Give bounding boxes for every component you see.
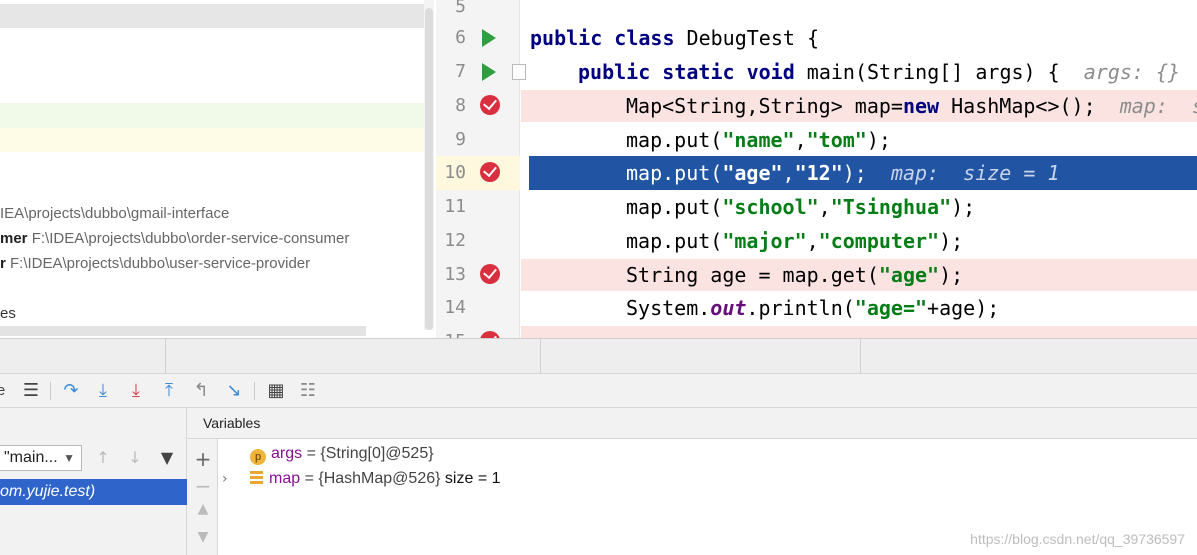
thread-select[interactable]: "main... ▼ — [0, 445, 82, 471]
debugger-toolbar: e ☰ ↷ ⤓ ⤓ ⤒ ↰ ↘ ▦ ☷ — [0, 374, 1197, 408]
frames-pane: "main... ▼ ↑ ↓ ▼ om.yujie.test) — [0, 408, 187, 555]
show-execution-point-icon[interactable]: ☰ — [19, 378, 43, 404]
watermark: https://blog.csdn.net/qq_39736597 — [970, 531, 1185, 547]
arrow-down-icon[interactable]: ↓ — [123, 446, 147, 470]
trace-stream-icon[interactable]: ☷ — [296, 378, 320, 404]
code-text: public class DebugTest { — [530, 26, 819, 50]
project-module-order-service-consumer[interactable]: mer F:\IDEA\projects\dubbo\order-service… — [0, 230, 349, 247]
code-text: public static void main(String[] args) {… — [578, 60, 1181, 84]
stack-frame-selected[interactable]: om.yujie.test) — [0, 479, 187, 505]
breakpoint-icon[interactable] — [480, 162, 500, 182]
step-out-icon[interactable]: ⤒ — [157, 378, 181, 404]
project-pane: IEA\projects\dubbo\gmail-interface mer F… — [0, 0, 436, 340]
line-number: 8 — [455, 95, 466, 116]
project-row-green[interactable] — [0, 103, 432, 128]
move-up-icon[interactable]: ▲ — [191, 501, 215, 517]
filter-icon[interactable]: ▼ — [155, 446, 179, 470]
drop-frame-icon[interactable]: ↰ — [189, 378, 213, 404]
line-number: 11 — [444, 196, 466, 217]
line-number: 6 — [455, 27, 466, 48]
step-into-icon[interactable]: ⤓ — [91, 378, 115, 404]
code-line-12[interactable]: 12 map.put("major","computer"); — [436, 224, 1197, 258]
thread-select-value: "main... — [4, 449, 58, 466]
project-horizontal-scrollbar[interactable] — [0, 326, 366, 336]
code-line-13[interactable]: 13 String age = map.get("age"); — [436, 258, 1197, 292]
run-to-cursor-icon[interactable]: ↘ — [222, 378, 246, 404]
code-line-6[interactable]: 6 public class DebugTest { — [436, 21, 1197, 55]
code-text: map.put("school","Tsinghua"); — [626, 195, 976, 219]
code-text: map.put("major","computer"); — [626, 229, 964, 253]
chevron-down-icon: ▼ — [63, 451, 75, 465]
fold-icon[interactable] — [512, 64, 526, 80]
line-number: 12 — [444, 230, 466, 251]
project-selected-row[interactable] — [0, 4, 432, 28]
code-line-10-current[interactable]: 10 map.put("age","12"); map: size = 1 — [436, 156, 1197, 190]
remove-watch-icon[interactable]: − — [191, 474, 215, 498]
step-over-icon[interactable]: ↷ — [59, 378, 83, 404]
line-number: 7 — [455, 61, 466, 82]
breakpoint-icon[interactable] — [480, 95, 500, 115]
variable-row-args[interactable]: p args = {String[0]@525} — [250, 442, 434, 466]
code-text: map.put("age","12"); map: size = 1 — [626, 161, 1060, 185]
code-text: Map<String,String> map=new HashMap<>(); … — [626, 94, 1197, 118]
code-line-9[interactable]: 9 map.put("name","tom"); — [436, 123, 1197, 157]
code-line-11[interactable]: 11 map.put("school","Tsinghua"); — [436, 190, 1197, 224]
project-scrollbar-thumb[interactable] — [425, 8, 433, 330]
arrow-up-icon[interactable]: ↑ — [91, 446, 115, 470]
variable-row-map[interactable]: map = {HashMap@526} size = 1 — [250, 467, 501, 491]
parameter-icon: p — [250, 449, 266, 465]
field-map-icon — [250, 471, 263, 485]
code-text: String age = map.get("age"); — [626, 263, 964, 287]
code-text: System.out.println("age="+age); — [626, 296, 1000, 320]
debug-tool-window: e ☰ ↷ ⤓ ⤓ ⤒ ↰ ↘ ▦ ☷ "main... ▼ ↑ ↓ ▼ om.… — [0, 338, 1197, 555]
project-module-user-service-provider[interactable]: r F:\IDEA\projects\dubbo\user-service-pr… — [0, 255, 310, 272]
run-method-icon[interactable] — [482, 63, 496, 81]
project-item-libraries[interactable]: es — [0, 305, 16, 322]
variables-header: Variables — [188, 408, 1197, 439]
run-class-icon[interactable] — [482, 29, 496, 47]
expand-arrow-icon[interactable]: › — [222, 467, 228, 491]
line-number: 14 — [444, 297, 466, 318]
toolbar-label: e — [0, 382, 6, 399]
code-editor[interactable]: 5 6 public class DebugTest { 7 public st… — [436, 0, 1197, 340]
project-row-yellow[interactable] — [0, 128, 432, 152]
line-number: 10 — [444, 162, 466, 183]
line-number: 13 — [444, 264, 466, 285]
code-line-7[interactable]: 7 public static void main(String[] args)… — [436, 55, 1197, 89]
add-watch-icon[interactable]: + — [191, 447, 215, 471]
code-line-8[interactable]: 8 Map<String,String> map=new HashMap<>()… — [436, 89, 1197, 123]
line-number: 9 — [455, 129, 466, 150]
code-text: map.put("name","tom"); — [626, 128, 891, 152]
debug-tabs-bar — [0, 338, 1197, 375]
evaluate-expression-icon[interactable]: ▦ — [264, 378, 288, 404]
breakpoint-icon[interactable] — [480, 264, 500, 284]
code-line-14[interactable]: 14 System.out.println("age="+age); — [436, 291, 1197, 325]
project-module-gmail-interface[interactable]: IEA\projects\dubbo\gmail-interface — [0, 205, 229, 222]
move-down-icon[interactable]: ▼ — [191, 529, 215, 545]
force-step-into-icon[interactable]: ⤓ — [124, 378, 148, 404]
variables-side-toolbar: + − ▲ ▼ — [188, 439, 218, 555]
